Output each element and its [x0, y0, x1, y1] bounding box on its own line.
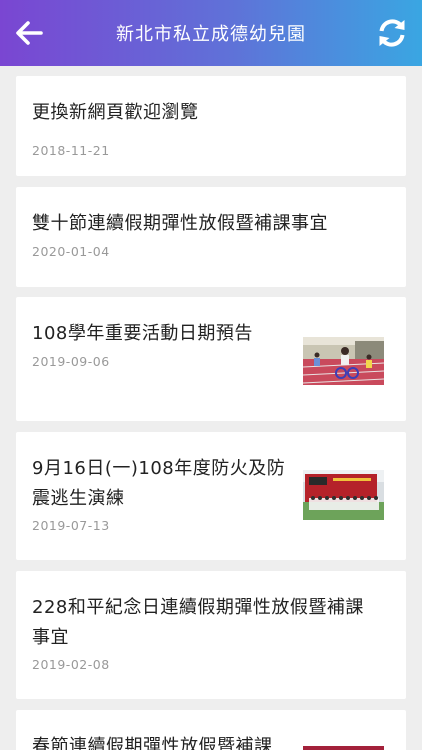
app-screen: 新北市私立成德幼兒園 更換新網頁歡迎瀏覽 2018-11-21 雙十節連續假期彈… [0, 0, 422, 750]
news-date: 2020-01-04 [32, 244, 110, 259]
news-item[interactable]: 108學年重要活動日期預告 2019-09-06 [16, 297, 406, 421]
news-item[interactable]: 春節連續假期彈性放假暨補課 [16, 710, 406, 750]
news-title: 雙十節連續假期彈性放假暨補課事宜 [32, 213, 328, 234]
news-thumbnail [303, 337, 384, 385]
fire-truck-photo-image [303, 470, 384, 520]
news-item[interactable]: 9月16日(一)108年度防火及防震逃生演練 2019-07-13 [16, 432, 406, 560]
news-item[interactable]: 更換新網頁歡迎瀏覽 2018-11-21 [16, 76, 406, 176]
news-date: 2019-02-08 [32, 657, 110, 672]
tricycle-photo-image [303, 337, 384, 385]
app-header: 新北市私立成德幼兒園 [0, 0, 422, 66]
news-title: 9月16日(一)108年度防火及防震逃生演練 [32, 458, 286, 509]
news-date: 2019-09-06 [32, 354, 110, 369]
refresh-button[interactable] [372, 13, 412, 53]
back-button[interactable] [10, 14, 48, 52]
news-date: 2018-11-21 [32, 143, 110, 158]
news-item[interactable]: 雙十節連續假期彈性放假暨補課事宜 2020-01-04 [16, 187, 406, 287]
news-title: 108學年重要活動日期預告 [32, 323, 253, 344]
thumbnail-image [303, 746, 384, 750]
refresh-icon [379, 19, 405, 47]
news-thumbnail [303, 746, 384, 750]
arrow-left-icon [16, 21, 43, 45]
news-title: 更換新網頁歡迎瀏覽 [32, 102, 199, 123]
news-item[interactable]: 228和平紀念日連續假期彈性放假暨補課事宜 2019-02-08 [16, 571, 406, 699]
news-date: 2019-07-13 [32, 518, 110, 533]
news-title: 228和平紀念日連續假期彈性放假暨補課事宜 [32, 597, 364, 648]
news-thumbnail [303, 470, 384, 520]
news-title: 春節連續假期彈性放假暨補課 [32, 736, 273, 750]
page-title: 新北市私立成德幼兒園 [116, 24, 306, 45]
